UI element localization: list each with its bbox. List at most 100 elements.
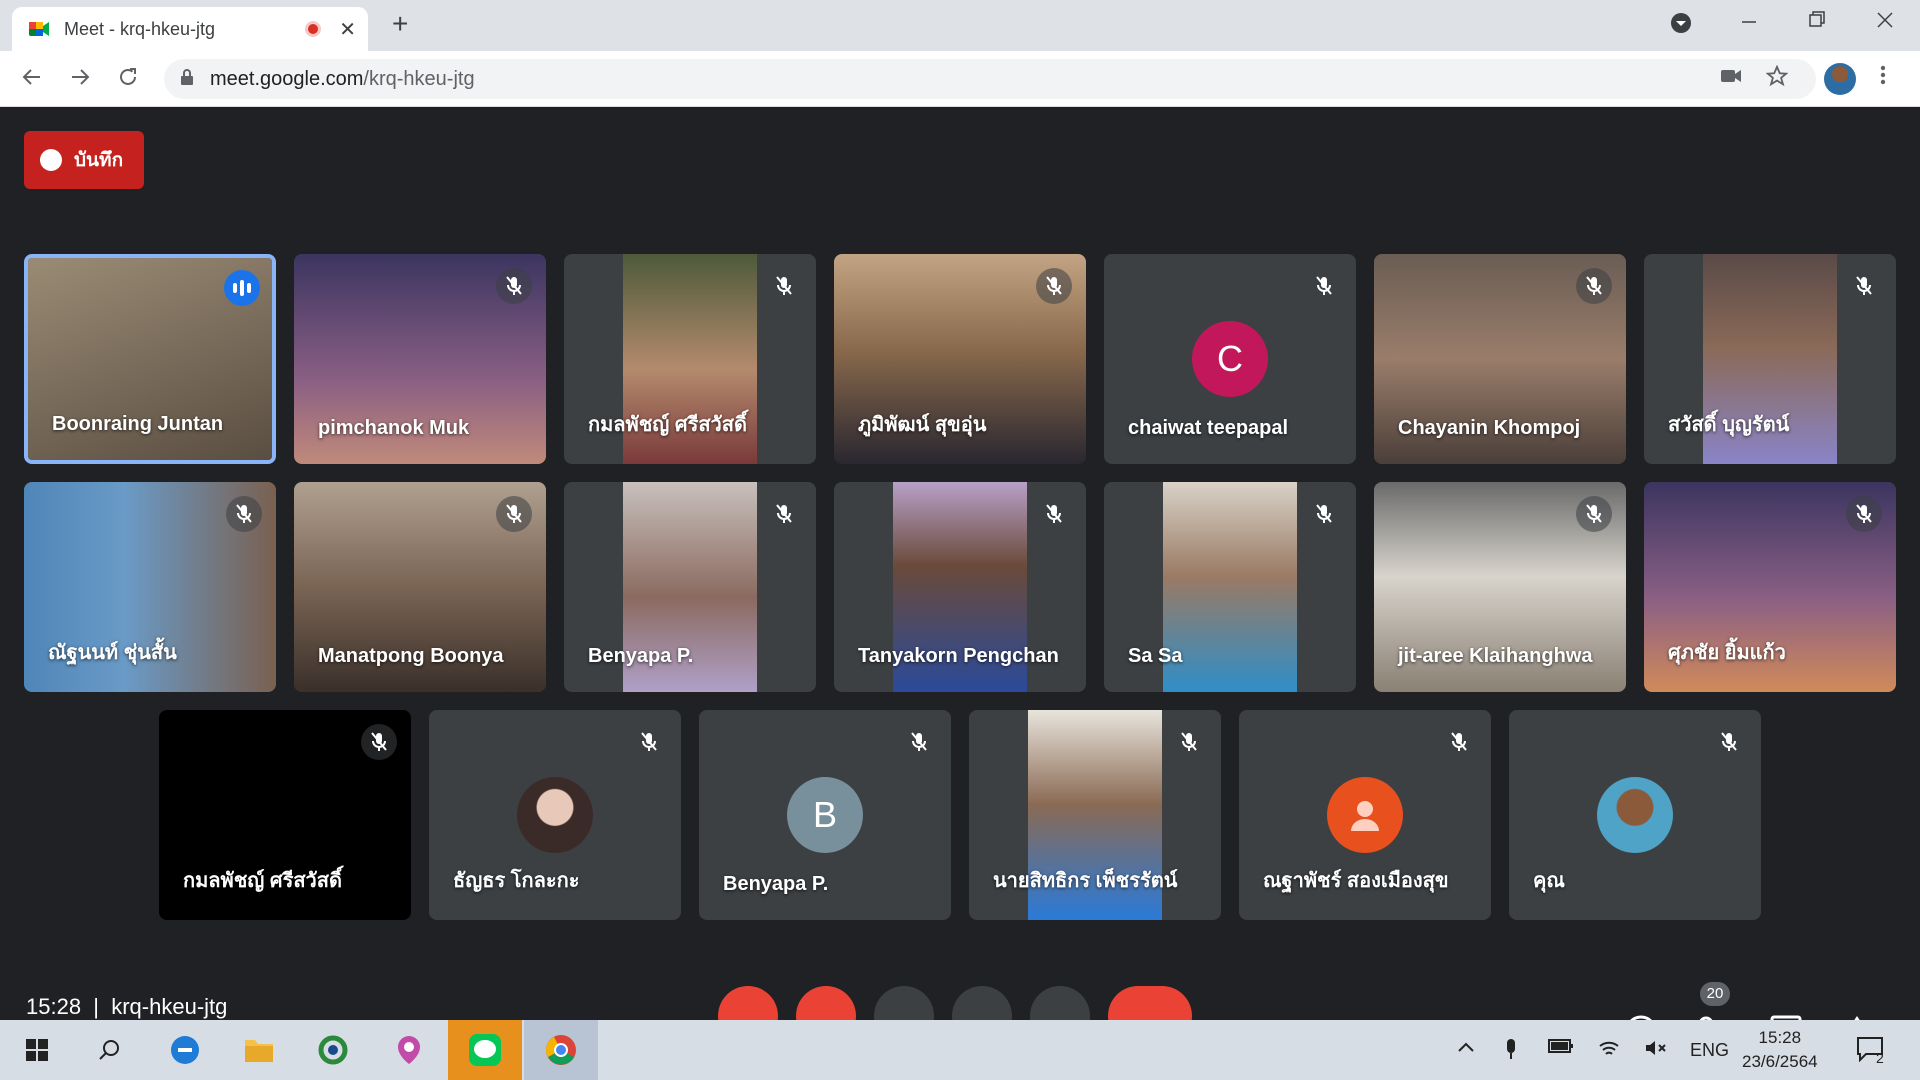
search-icon[interactable] (72, 1020, 146, 1080)
participant-video (1163, 482, 1297, 692)
meeting-info: 15:28 | krq-hkeu-jtg (26, 994, 228, 1019)
minimize-icon[interactable] (1740, 10, 1758, 36)
file-explorer-icon[interactable] (222, 1020, 296, 1080)
url-text: meet.google.com/krq-hkeu-jtg (210, 68, 475, 91)
participant-tile[interactable]: ธัญธร โกละกะ (429, 710, 681, 920)
participant-tile[interactable]: ศุภชัย ยิ้มแก้ว (1644, 482, 1896, 692)
participant-tile[interactable]: Chayanin Khompoj (1374, 254, 1626, 464)
mic-muted-icon (1171, 724, 1207, 760)
mic-muted-icon (496, 496, 532, 532)
participant-name: กมลพัชญ์ ศรีสวัสดิ์ (588, 414, 747, 436)
participant-name: ศุภชัย ยิ้มแก้ว (1668, 642, 1786, 664)
participant-tile[interactable]: Boonraing Juntan (24, 254, 276, 464)
volume-muted-icon[interactable] (1644, 1038, 1668, 1063)
participant-name: Sa Sa (1128, 645, 1183, 667)
mic-muted-icon (631, 724, 667, 760)
participant-name: jit-aree Klaihanghwa (1398, 645, 1593, 667)
windows-taskbar: ENG 15:28 23/6/2564 2 (0, 1020, 1920, 1080)
participant-tile[interactable]: ภูมิพัฒน์ สุขอุ่น (834, 254, 1086, 464)
input-language[interactable]: ENG (1690, 1040, 1729, 1061)
start-button[interactable] (0, 1020, 74, 1080)
participant-tile[interactable]: Tanyakorn Pengchan (834, 482, 1086, 692)
show-hidden-icons[interactable] (1456, 1038, 1476, 1063)
participant-name: Benyapa P. (723, 873, 829, 895)
participant-name: สวัสดิ์ บุญรัตน์ (1668, 414, 1790, 436)
new-tab-button[interactable]: + (392, 8, 408, 40)
profile-avatar[interactable] (1824, 63, 1856, 95)
camera-in-use-icon[interactable] (1720, 65, 1742, 91)
mic-muted-icon (1306, 496, 1342, 532)
participant-name: Boonraing Juntan (52, 413, 224, 435)
reload-icon[interactable] (116, 65, 140, 96)
participant-name: Manatpong Boonya (318, 645, 504, 667)
microphone-icon[interactable] (1504, 1038, 1518, 1065)
record-button[interactable]: บันทึก (24, 131, 144, 189)
back-icon[interactable] (20, 65, 44, 96)
avatar (1597, 777, 1673, 853)
forward-icon[interactable] (68, 65, 92, 96)
participant-name: Chayanin Khompoj (1398, 417, 1581, 439)
participant-tile[interactable]: กมลพัชญ์ ศรีสวัสดิ์ (159, 710, 411, 920)
participant-tile[interactable]: pimchanok Muk (294, 254, 546, 464)
mic-muted-icon (766, 268, 802, 304)
omnibox[interactable]: meet.google.com/krq-hkeu-jtg (164, 59, 1816, 99)
browser-tab[interactable]: Meet - krq-hkeu-jtg ✕ (12, 7, 368, 51)
participant-name: Tanyakorn Pengchan (858, 645, 1059, 667)
clock-date: 23/6/2564 (1742, 1052, 1818, 1071)
chrome-icon[interactable] (524, 1020, 598, 1080)
participant-tile[interactable]: C chaiwat teepapal (1104, 254, 1356, 464)
mic-muted-icon (1576, 268, 1612, 304)
participant-tile[interactable]: สวัสดิ์ บุญรัตน์ (1644, 254, 1896, 464)
participant-tile[interactable]: นายสิทธิกร เพ็ชรรัตน์ (969, 710, 1221, 920)
participant-name: ณัฐนนท์ ชุ่นสั้น (48, 642, 177, 664)
edge-icon[interactable] (148, 1020, 222, 1080)
participant-tile[interactable]: Benyapa P. (564, 482, 816, 692)
mic-muted-icon (1036, 268, 1072, 304)
line-app-icon[interactable] (448, 1020, 522, 1080)
mic-muted-icon (766, 496, 802, 532)
participant-name: ภูมิพัฒน์ สุขอุ่น (858, 414, 987, 436)
participant-name: ณฐาพัชร์ สองเมืองสุข (1263, 870, 1449, 892)
meeting-time: 15:28 (26, 994, 82, 1019)
participant-tile[interactable]: Sa Sa (1104, 482, 1356, 692)
wifi-icon[interactable] (1598, 1038, 1620, 1063)
participant-tile[interactable]: ณฐาพัชร์ สองเมืองสุข (1239, 710, 1491, 920)
participant-tile[interactable]: คุณ (1509, 710, 1761, 920)
browser-menu-icon[interactable] (1880, 63, 1886, 94)
mic-muted-icon (226, 496, 262, 532)
avatar: C (1192, 321, 1268, 397)
address-bar-row: meet.google.com/krq-hkeu-jtg (0, 51, 1920, 107)
person-icon (1327, 777, 1403, 853)
bookmark-star-icon[interactable] (1765, 64, 1789, 93)
url-domain: meet.google.com (210, 67, 364, 90)
meeting-code: krq-hkeu-jtg (111, 994, 228, 1019)
participant-tile[interactable]: B Benyapa P. (699, 710, 951, 920)
tab-close-icon[interactable]: ✕ (339, 17, 356, 42)
battery-icon[interactable] (1548, 1038, 1574, 1059)
participant-tile[interactable]: Manatpong Boonya (294, 482, 546, 692)
participants-count-badge: 20 (1700, 982, 1730, 1006)
browser-tab-strip: Meet - krq-hkeu-jtg ✕ + (0, 0, 1920, 51)
mic-muted-icon (1576, 496, 1612, 532)
participant-tile[interactable]: กมลพัชญ์ ศรีสวัสดิ์ (564, 254, 816, 464)
meet-logo-icon (29, 22, 49, 36)
close-window-icon[interactable] (1876, 10, 1894, 36)
maps-app-icon[interactable] (372, 1020, 446, 1080)
participant-name: คุณ (1533, 870, 1565, 892)
participant-name: pimchanok Muk (318, 417, 470, 439)
mic-muted-icon (1306, 268, 1342, 304)
mic-muted-icon (1711, 724, 1747, 760)
tab-search-icon[interactable] (1670, 12, 1692, 40)
record-label: บันทึก (74, 150, 124, 171)
mic-muted-icon (1846, 496, 1882, 532)
avatar (517, 777, 593, 853)
participant-tile[interactable]: ณัฐนนท์ ชุ่นสั้น (24, 482, 276, 692)
lock-icon (180, 68, 194, 90)
system-clock[interactable]: 15:28 23/6/2564 (1742, 1026, 1818, 1074)
participant-tile[interactable]: jit-aree Klaihanghwa (1374, 482, 1626, 692)
speaking-indicator-icon (224, 270, 260, 306)
meet-stage: บันทึก Boonraing Juntan pimchanok Muk กม… (0, 107, 1920, 1047)
restore-icon[interactable] (1808, 10, 1826, 36)
participant-name: นายสิทธิกร เพ็ชรรัตน์ (993, 870, 1178, 892)
sync-app-icon[interactable] (296, 1020, 370, 1080)
